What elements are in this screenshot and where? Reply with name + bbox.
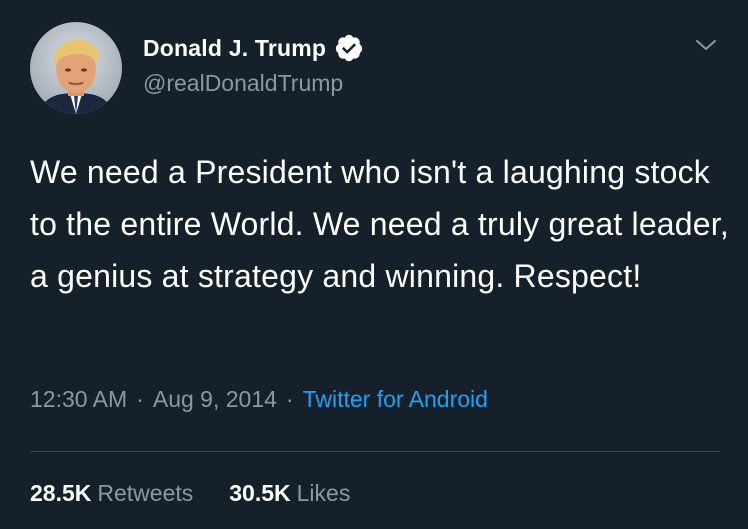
likes-stat[interactable]: 30.5K Likes (229, 480, 350, 507)
avatar-photo-icon (30, 22, 122, 114)
tweet-stats: 28.5K Retweets 30.5K Likes (30, 480, 350, 507)
tweet-card: Donald J. Trump @realDonaldTrump We need… (0, 0, 748, 529)
retweets-stat[interactable]: 28.5K Retweets (30, 480, 193, 507)
likes-label: Likes (296, 480, 351, 506)
meta-separator: · (285, 386, 294, 412)
verified-badge-icon (334, 33, 364, 63)
retweets-count: 28.5K (30, 480, 92, 506)
author-handle[interactable]: @realDonaldTrump (143, 70, 343, 97)
tweet-text: We need a President who isn't a laughing… (30, 154, 729, 294)
likes-count: 30.5K (229, 480, 291, 506)
avatar[interactable] (30, 22, 122, 114)
author-name-row: Donald J. Trump (143, 33, 364, 63)
tweet-source-link[interactable]: Twitter for Android (303, 386, 488, 413)
author-display-name[interactable]: Donald J. Trump (143, 35, 326, 62)
tweet-time[interactable]: 12:30 AM (30, 386, 127, 413)
tweet-menu-button[interactable] (693, 32, 719, 58)
tweet-meta: 12:30 AM · Aug 9, 2014 · Twitter for And… (30, 386, 488, 413)
meta-separator: · (136, 386, 144, 412)
chevron-down-icon (696, 40, 716, 50)
tweet-date[interactable]: Aug 9, 2014 (153, 386, 277, 413)
divider (30, 451, 720, 452)
retweets-label: Retweets (97, 480, 194, 506)
